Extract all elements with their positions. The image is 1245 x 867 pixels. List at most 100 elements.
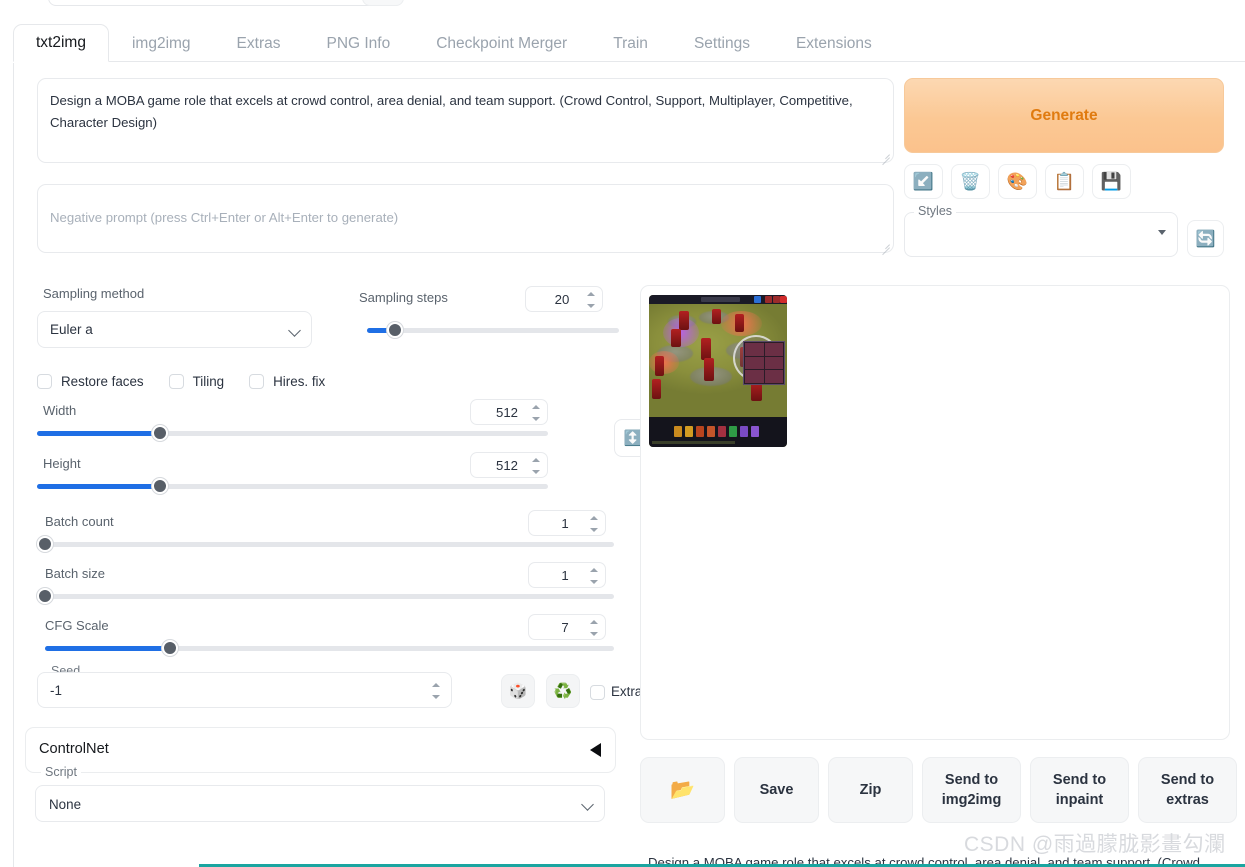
reuse-seed-button[interactable]: ♻️	[546, 674, 580, 708]
left-divider	[13, 63, 14, 867]
prompt-value: Design a MOBA game role that excels at c…	[50, 93, 857, 130]
extra-seed-label: Extra	[611, 684, 643, 699]
output-gallery	[640, 285, 1230, 740]
tab-checkpoint-merger[interactable]: Checkpoint Merger	[413, 25, 590, 63]
minimap	[743, 341, 785, 385]
zip-button[interactable]: Zip	[828, 757, 913, 823]
sampler-row: Sampling method Euler a Sampling steps 2…	[37, 286, 619, 348]
width-input[interactable]: 512	[470, 399, 548, 425]
script-value: None	[49, 797, 82, 812]
cfg-scale-group: CFG Scale 7	[37, 614, 617, 656]
tab-png-info[interactable]: PNG Info	[303, 25, 413, 63]
collapse-arrow-icon[interactable]	[590, 743, 601, 757]
option-checkboxes: Restore faces Tiling Hires. fix	[37, 374, 617, 389]
sampling-method-value: Euler a	[50, 322, 93, 337]
arrow-into-corner-icon[interactable]: ↙️	[904, 164, 943, 199]
send-to-inpaint-button[interactable]: Send to inpaint	[1030, 757, 1129, 823]
seed-row: Seed -1 🎲 ♻️ Extra	[37, 660, 642, 708]
height-input[interactable]: 512	[470, 452, 548, 478]
styles-dropdown[interactable]: Styles	[904, 204, 1179, 257]
batch-size-label: Batch size	[45, 566, 105, 581]
cfg-scale-input[interactable]: 7	[528, 614, 606, 640]
height-value: 512	[495, 457, 518, 473]
batch-count-slider[interactable]	[37, 536, 614, 552]
stepper-arrows-icon[interactable]	[586, 291, 597, 309]
sampling-steps-slider[interactable]	[367, 322, 619, 338]
checkpoint-dropdown-partial[interactable]	[48, 0, 388, 6]
script-select[interactable]: None	[35, 785, 605, 822]
batch-size-group: Batch size 1	[37, 562, 617, 604]
tab-extensions[interactable]: Extensions	[773, 25, 895, 63]
negative-prompt-textarea[interactable]: Negative prompt (press Ctrl+Enter or Alt…	[37, 184, 894, 256]
batch-size-input[interactable]: 1	[528, 562, 606, 588]
controlnet-title: ControlNet	[39, 741, 109, 757]
height-slider[interactable]	[37, 478, 548, 494]
prompt-tool-buttons: ↙️ 🗑️ 🎨 📋 💾	[904, 164, 1224, 199]
negative-prompt-placeholder: Negative prompt (press Ctrl+Enter or Alt…	[50, 210, 399, 225]
checkbox-tiling[interactable]	[168, 374, 184, 389]
tab-train[interactable]: Train	[590, 25, 671, 63]
batch-size-slider[interactable]	[37, 588, 614, 604]
top-cutoff-strip	[0, 0, 1245, 8]
checkpoint-refresh-partial[interactable]	[362, 0, 404, 6]
watermark: CSDN @雨過朦胧影畫勾瀾	[964, 833, 1226, 856]
tab-img2img[interactable]: img2img	[109, 25, 214, 63]
width-label: Width	[43, 403, 77, 418]
stepper-arrows-icon[interactable]	[589, 515, 600, 533]
stepper-arrows-icon[interactable]	[531, 404, 542, 422]
batch-count-group: Batch count 1	[37, 510, 617, 552]
seed-input[interactable]: -1	[37, 672, 452, 708]
trash-icon[interactable]: 🗑️	[951, 164, 990, 199]
tab-extras[interactable]: Extras	[214, 25, 304, 63]
cfg-scale-slider[interactable]	[45, 640, 614, 656]
extra-seed-checkbox[interactable]	[590, 685, 605, 700]
sampling-method-label: Sampling method	[43, 286, 145, 301]
width-slider[interactable]	[37, 425, 548, 441]
generate-column: Generate ↙️ 🗑️ 🎨 📋 💾 Styles 🔄	[904, 78, 1224, 257]
output-action-buttons: 📂 Save Zip Send to img2img Send to inpaint Se…	[640, 757, 1237, 823]
checkbox-hires-fix[interactable]	[249, 374, 265, 389]
script-label: Script	[41, 765, 81, 779]
sampling-steps-input[interactable]: 20	[525, 286, 603, 312]
prompt-textarea[interactable]: Design a MOBA game role that excels at c…	[37, 78, 894, 166]
batch-size-value: 1	[561, 567, 569, 583]
seed-value: -1	[50, 683, 62, 698]
sampling-steps-value: 20	[554, 291, 570, 307]
stepper-arrows-icon[interactable]	[589, 619, 600, 637]
tab-settings[interactable]: Settings	[671, 25, 773, 63]
tab-txt2img[interactable]: txt2img	[13, 23, 109, 62]
stepper-arrows-icon[interactable]	[431, 682, 442, 700]
send-to-img2img-button[interactable]: Send to img2img	[922, 757, 1021, 823]
checkbox-label: Tiling	[192, 374, 225, 389]
save-icon[interactable]: 💾	[1092, 164, 1131, 199]
save-button[interactable]: Save	[734, 757, 819, 823]
tab-underline	[13, 61, 1245, 62]
dimensions-group: Width 512 Height 512 ↕️	[37, 399, 652, 494]
game-terrain	[649, 304, 787, 417]
batch-count-input[interactable]: 1	[528, 510, 606, 536]
open-folder-button[interactable]: 📂	[640, 757, 725, 823]
refresh-styles-button[interactable]: 🔄	[1187, 220, 1224, 257]
random-seed-button[interactable]: 🎲	[501, 674, 535, 708]
controlnet-accordion[interactable]: ControlNet	[25, 727, 616, 773]
paintbrush-icon[interactable]: 🎨	[998, 164, 1037, 199]
checkbox-restore-faces[interactable]	[37, 374, 52, 389]
clipboard-icon[interactable]: 📋	[1045, 164, 1084, 199]
stepper-arrows-icon[interactable]	[589, 567, 600, 585]
resize-grip-icon[interactable]	[878, 148, 890, 166]
sampling-steps-label: Sampling steps	[359, 290, 448, 305]
sampling-method-select[interactable]: Euler a	[37, 311, 312, 348]
stepper-arrows-icon[interactable]	[531, 457, 542, 475]
prompt-area: Design a MOBA game role that excels at c…	[37, 78, 894, 256]
chevron-down-icon	[581, 798, 594, 811]
styles-label: Styles	[914, 204, 957, 218]
send-to-extras-button[interactable]: Send to extras	[1138, 757, 1237, 823]
game-hud-topbar	[649, 295, 787, 304]
generated-image-thumbnail[interactable]	[649, 295, 787, 447]
cfg-scale-label: CFG Scale	[45, 618, 109, 633]
resize-grip-icon[interactable]	[878, 238, 890, 256]
styles-row: Styles 🔄	[904, 204, 1224, 257]
cfg-scale-value: 7	[561, 619, 569, 635]
generate-button[interactable]: Generate	[904, 78, 1224, 153]
height-label: Height	[43, 456, 81, 471]
